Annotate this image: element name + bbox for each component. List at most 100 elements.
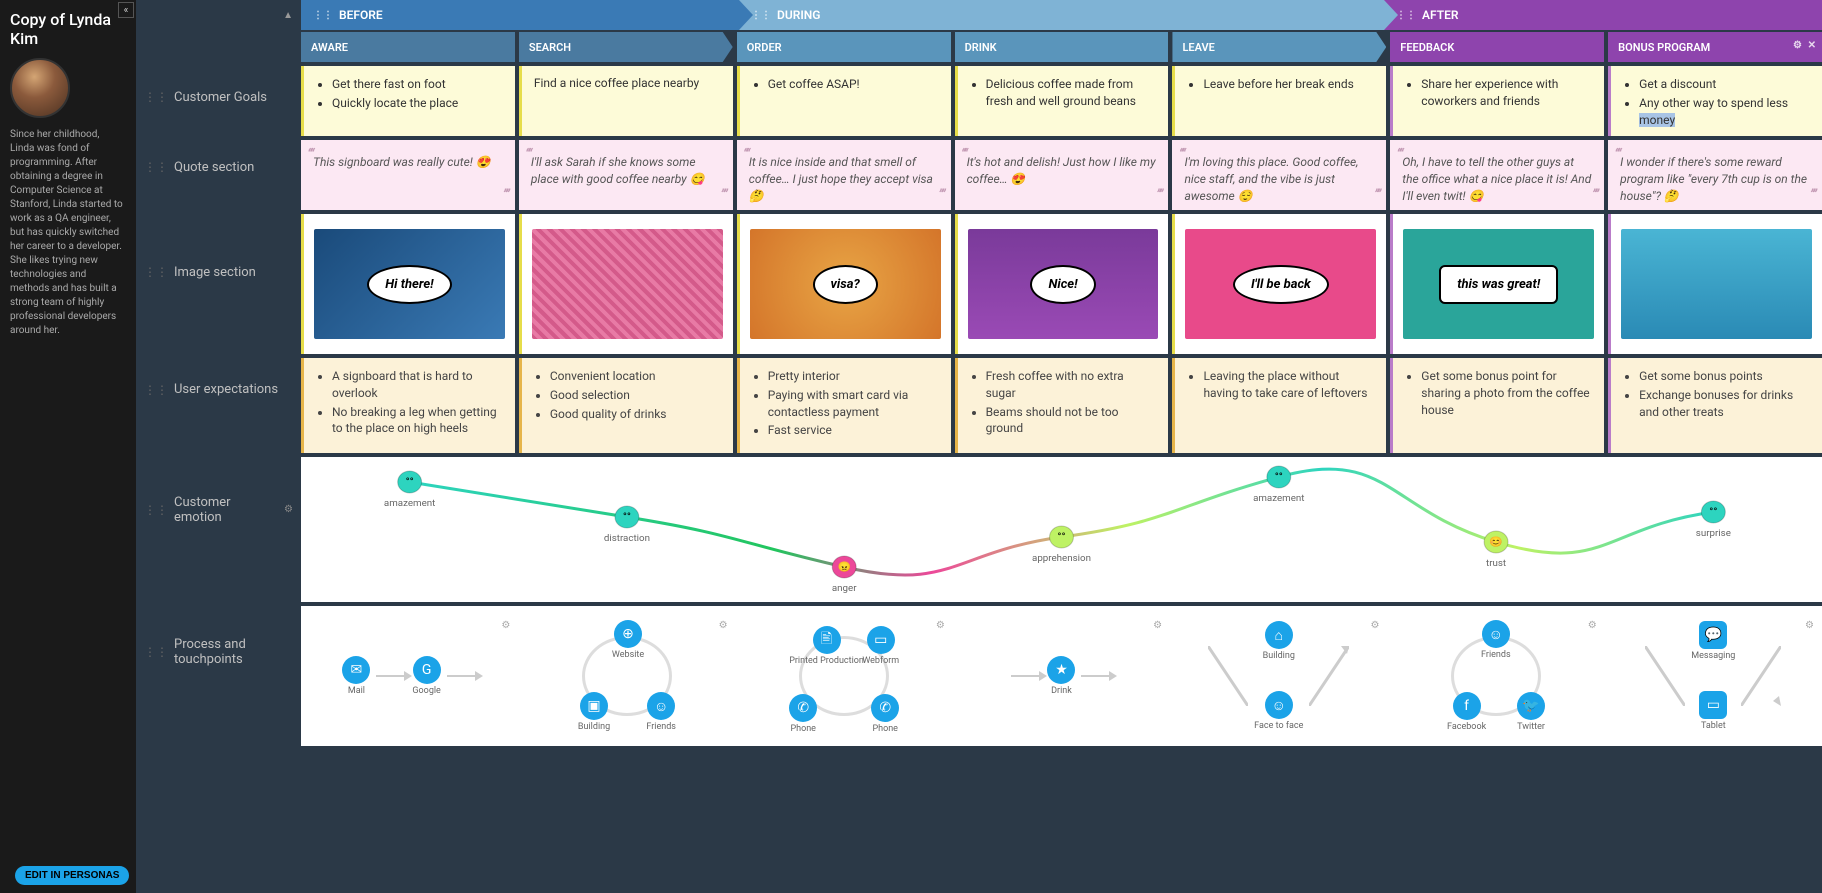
- stage-drink[interactable]: DRINK: [955, 32, 1169, 62]
- drag-handle-icon[interactable]: ⋮⋮: [313, 10, 333, 21]
- phase-before[interactable]: ⋮⋮BEFORE: [301, 0, 739, 30]
- goal-order[interactable]: Get coffee ASAP!: [737, 66, 951, 136]
- touch-leave[interactable]: ⚙ ⌂Building ☺Face to face: [1170, 616, 1387, 736]
- friends-icon[interactable]: ☺: [1482, 620, 1510, 648]
- image-aware[interactable]: Hi there!: [301, 214, 515, 354]
- gear-icon[interactable]: ⚙: [501, 620, 510, 631]
- image-drink[interactable]: Nice!: [955, 214, 1169, 354]
- stage-aware[interactable]: AWARE: [301, 32, 515, 62]
- goal-bonus[interactable]: Get a discountAny other way to spend les…: [1608, 66, 1822, 136]
- drag-handle-icon[interactable]: ⋮⋮: [144, 160, 168, 174]
- avatar: [10, 58, 70, 118]
- drag-handle-icon[interactable]: ⋮⋮: [144, 90, 168, 104]
- gear-icon[interactable]: ⚙: [1793, 40, 1802, 51]
- gear-icon[interactable]: ⚙: [936, 620, 945, 631]
- row-label-process: Process and touchpoints: [174, 637, 293, 667]
- friends-icon[interactable]: ☺: [647, 692, 675, 720]
- mail-icon[interactable]: ✉: [342, 656, 370, 684]
- quote-drink[interactable]: It's hot and delish! Just how I like my …: [955, 140, 1169, 210]
- image-feedback[interactable]: this was great!: [1390, 214, 1604, 354]
- persona-sidebar: « Copy of Lynda Kim Since her childhood,…: [0, 0, 136, 893]
- drag-handle-icon[interactable]: ⋮⋮: [144, 383, 168, 397]
- row-label-image: Image section: [174, 265, 256, 280]
- sidebar-collapse-icon[interactable]: «: [118, 2, 134, 18]
- emotion-chart[interactable]: °°amazement°°distraction😠anger°°apprehen…: [301, 457, 1822, 602]
- website-icon[interactable]: ⊕: [614, 620, 642, 648]
- touch-drink[interactable]: ⚙ ★Drink: [953, 616, 1170, 736]
- stage-bonus[interactable]: BONUS PROGRAM⚙✕: [1608, 32, 1822, 62]
- expect-aware[interactable]: A signboard that is hard to overlookNo b…: [301, 358, 515, 453]
- collapse-arrow-icon[interactable]: ▲: [136, 0, 301, 30]
- goal-drink[interactable]: Delicious coffee made from fresh and wel…: [955, 66, 1169, 136]
- quote-leave[interactable]: I'm loving this place. Good coffee, nice…: [1172, 140, 1386, 210]
- gear-icon[interactable]: ⚙: [1805, 620, 1814, 631]
- gear-icon[interactable]: ⚙: [284, 504, 293, 515]
- goal-feedback[interactable]: Share her experience with coworkers and …: [1390, 66, 1604, 136]
- edit-personas-button[interactable]: EDIT IN PERSONAS: [15, 866, 129, 885]
- journey-map: ⋮⋮BEFORE ⋮⋮DURING ⋮⋮AFTER AWARE SEARCH O…: [301, 0, 1822, 893]
- goal-leave[interactable]: Leave before her break ends: [1172, 66, 1386, 136]
- touch-feedback[interactable]: ⚙ ☺Friends fFacebook 🐦Twitter: [1387, 616, 1604, 736]
- quote-bonus[interactable]: I wonder if there's some reward program …: [1608, 140, 1822, 210]
- svg-text:°°: °°: [1275, 470, 1283, 482]
- touch-order[interactable]: ⚙ 🖹Printed Production ▭Webform ✆Phone ✆P…: [736, 616, 953, 736]
- drag-handle-icon[interactable]: ⋮⋮: [144, 503, 168, 517]
- print-icon[interactable]: 🖹: [813, 626, 841, 654]
- phase-after[interactable]: ⋮⋮AFTER: [1384, 0, 1822, 30]
- quote-search[interactable]: I'll ask Sarah if she knows some place w…: [519, 140, 733, 210]
- row-label-emotion: Customer emotion: [174, 495, 278, 525]
- drag-handle-icon[interactable]: ⋮⋮: [144, 265, 168, 279]
- quote-feedback[interactable]: Oh, I have to tell the other guys at the…: [1390, 140, 1604, 210]
- expect-drink[interactable]: Fresh coffee with no extra sugarBeams sh…: [955, 358, 1169, 453]
- building-icon[interactable]: ⌂: [1265, 621, 1293, 649]
- svg-text:amazement: amazement: [1253, 493, 1304, 504]
- row-label-quote: Quote section: [174, 160, 254, 175]
- expect-bonus[interactable]: Get some bonus pointsExchange bonuses fo…: [1608, 358, 1822, 453]
- webform-icon[interactable]: ▭: [867, 626, 895, 654]
- svg-text:°°: °°: [406, 475, 414, 487]
- touch-aware[interactable]: ⚙ ✉Mail GGoogle: [301, 616, 518, 736]
- phone-icon[interactable]: ✆: [871, 694, 899, 722]
- svg-text:anger: anger: [832, 583, 858, 594]
- gear-icon[interactable]: ⚙: [719, 620, 728, 631]
- face-icon[interactable]: ☺: [1265, 691, 1293, 719]
- drag-handle-icon[interactable]: ⋮⋮: [751, 10, 771, 21]
- image-leave[interactable]: I'll be back: [1172, 214, 1386, 354]
- close-icon[interactable]: ✕: [1808, 40, 1816, 51]
- messaging-icon[interactable]: 💬: [1699, 621, 1727, 649]
- drag-handle-icon[interactable]: ⋮⋮: [1396, 10, 1416, 21]
- phone-icon[interactable]: ✆: [789, 694, 817, 722]
- gear-icon[interactable]: ⚙: [1153, 620, 1162, 631]
- gear-icon[interactable]: ⚙: [1588, 620, 1597, 631]
- expect-order[interactable]: Pretty interiorPaying with smart card vi…: [737, 358, 951, 453]
- flow-arrow-icon: [447, 675, 477, 677]
- building-icon[interactable]: ▣: [580, 692, 608, 720]
- gear-icon[interactable]: ⚙: [1370, 620, 1379, 631]
- quote-order[interactable]: It is nice inside and that smell of coff…: [737, 140, 951, 210]
- facebook-icon[interactable]: f: [1453, 692, 1481, 720]
- touch-search[interactable]: ⚙ ⊕Website ▣Building ☺Friends: [518, 616, 735, 736]
- tablet-icon[interactable]: ▭: [1699, 691, 1727, 719]
- star-icon[interactable]: ★: [1047, 656, 1075, 684]
- goal-search[interactable]: Find a nice coffee place nearby: [519, 66, 733, 136]
- phase-during[interactable]: ⋮⋮DURING: [739, 0, 1384, 30]
- image-search[interactable]: [519, 214, 733, 354]
- flow-arrow-icon: [376, 675, 406, 677]
- expect-search[interactable]: Convenient locationGood selectionGood qu…: [519, 358, 733, 453]
- stage-order[interactable]: ORDER: [737, 32, 951, 62]
- image-bonus[interactable]: [1608, 214, 1822, 354]
- stage-leave[interactable]: LEAVE: [1172, 32, 1386, 62]
- svg-text:distraction: distraction: [604, 533, 650, 544]
- twitter-icon[interactable]: 🐦: [1517, 692, 1545, 720]
- touch-bonus[interactable]: ⚙ 💬Messaging ▭Tablet: [1605, 616, 1822, 736]
- stage-search[interactable]: SEARCH: [519, 32, 733, 62]
- quote-aware[interactable]: This signboard was really cute! 😍: [301, 140, 515, 210]
- row-label-expect: User expectations: [174, 382, 278, 397]
- goal-aware[interactable]: Get there fast on footQuickly locate the…: [301, 66, 515, 136]
- expect-feedback[interactable]: Get some bonus point for sharing a photo…: [1390, 358, 1604, 453]
- stage-feedback[interactable]: FEEDBACK: [1390, 32, 1604, 62]
- image-order[interactable]: visa?: [737, 214, 951, 354]
- expect-leave[interactable]: Leaving the place without having to take…: [1172, 358, 1386, 453]
- drag-handle-icon[interactable]: ⋮⋮: [144, 645, 168, 659]
- google-icon[interactable]: G: [413, 656, 441, 684]
